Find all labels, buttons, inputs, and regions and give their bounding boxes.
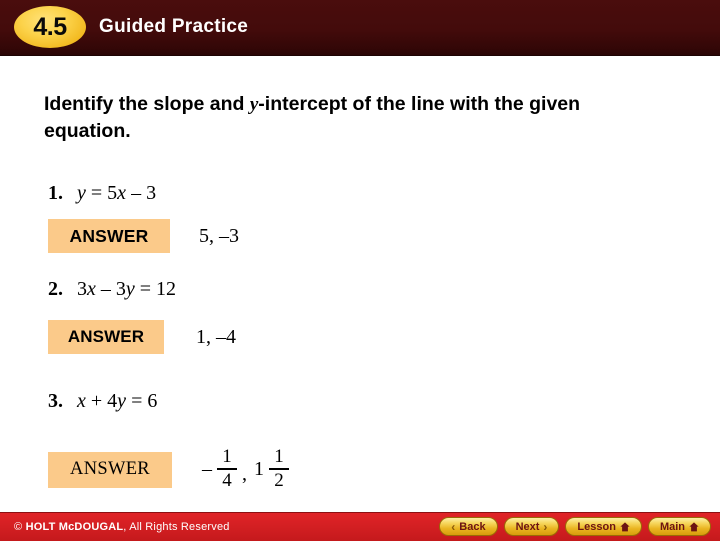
problem-3-var-x: x <box>77 390 86 412</box>
problem-2-coefficient: 3 <box>77 278 87 300</box>
copyright-text: © HOLT McDOUGAL, All Rights Reserved <box>14 521 230 533</box>
lesson-number-badge: 4.5 <box>14 6 86 48</box>
problem-2-var-y: y <box>125 278 135 300</box>
answer-row-1: ANSWER 5, –3 <box>48 219 239 253</box>
home-icon <box>620 521 630 532</box>
chevron-right-icon: › <box>543 519 548 534</box>
answer-label-1: ANSWER <box>48 219 170 253</box>
problem-3-rhs: = 6 <box>126 390 158 412</box>
slide-header: 4.5 Guided Practice <box>0 0 720 56</box>
answer-value-1: 5, –3 <box>199 224 239 247</box>
problem-3-var-y: y <box>117 390 127 412</box>
instruction-part-1: Identify the slope and <box>44 93 250 115</box>
footer-bar: © HOLT McDOUGAL, All Rights Reserved ‹ B… <box>0 512 720 541</box>
answer-value-2: 1, –4 <box>196 325 236 348</box>
back-button-label: Back <box>459 520 486 533</box>
fraction-two-numerator: 1 <box>274 446 284 467</box>
answer-3-minus-sign: – <box>202 458 212 481</box>
answer-3-separator: , <box>242 463 247 486</box>
fraction-one-denominator: 4 <box>222 469 232 491</box>
copyright-symbol: © <box>14 521 26 533</box>
instruction-text: Identify the slope and y-intercept of th… <box>44 91 664 144</box>
home-icon <box>689 521 699 532</box>
fraction-one-numerator: 1 <box>222 446 232 467</box>
answer-row-3: ANSWER – 1 4 , 1 1 2 <box>48 447 292 491</box>
page-title: Guided Practice <box>99 16 249 37</box>
answer-3-whole-number: 1 <box>254 458 264 481</box>
problem-2-number: 2. <box>48 278 63 300</box>
copyright-rest: , All Rights Reserved <box>123 521 230 533</box>
problem-3: 3. x + 4y = 6 <box>48 390 157 413</box>
answer-3-fraction-one: 1 4 <box>217 447 237 490</box>
main-button-label: Main <box>659 520 685 533</box>
answer-label-3: ANSWER <box>48 451 172 488</box>
problem-3-number: 3. <box>48 390 63 412</box>
problem-1-equation: y = 5x – 3 <box>77 182 156 204</box>
problem-1-operator: = 5 <box>85 182 118 204</box>
problem-2-var-x: x <box>87 278 96 300</box>
problem-1-number: 1. <box>48 182 63 204</box>
problem-1-var-y: y <box>77 182 86 204</box>
main-button[interactable]: Main <box>647 517 711 536</box>
problem-2: 2. 3x – 3y = 12 <box>48 278 176 301</box>
next-button-label: Next <box>515 520 540 533</box>
lesson-button-label: Lesson <box>577 520 616 533</box>
problem-2-operator: – 3 <box>95 278 126 300</box>
copyright-brand: HOLT McDOUGAL <box>25 521 124 533</box>
chevron-left-icon: ‹ <box>451 519 456 534</box>
answer-3-fraction-two: 1 2 <box>269 447 289 490</box>
lesson-number-label: 4.5 <box>33 12 67 41</box>
footer-navigation: ‹ Back Next › Lesson Main <box>439 517 711 536</box>
back-button[interactable]: ‹ Back <box>439 517 498 536</box>
answer-label-2: ANSWER <box>48 320 164 354</box>
problem-1-rhs: – 3 <box>126 182 157 204</box>
problem-3-operator: + 4 <box>85 390 118 412</box>
problem-1-var-x: x <box>117 182 127 204</box>
fraction-two-denominator: 2 <box>274 469 284 491</box>
problem-3-equation: x + 4y = 6 <box>77 390 157 412</box>
problem-2-rhs: = 12 <box>134 278 177 300</box>
slide-content: Identify the slope and y-intercept of th… <box>0 56 720 512</box>
next-button[interactable]: Next › <box>503 517 560 536</box>
problem-1: 1. y = 5x – 3 <box>48 182 156 205</box>
problem-2-equation: 3x – 3y = 12 <box>77 278 176 300</box>
answer-value-3: – 1 4 , 1 1 2 <box>202 447 292 491</box>
answer-row-2: ANSWER 1, –4 <box>48 320 236 354</box>
lesson-button[interactable]: Lesson <box>565 517 642 536</box>
